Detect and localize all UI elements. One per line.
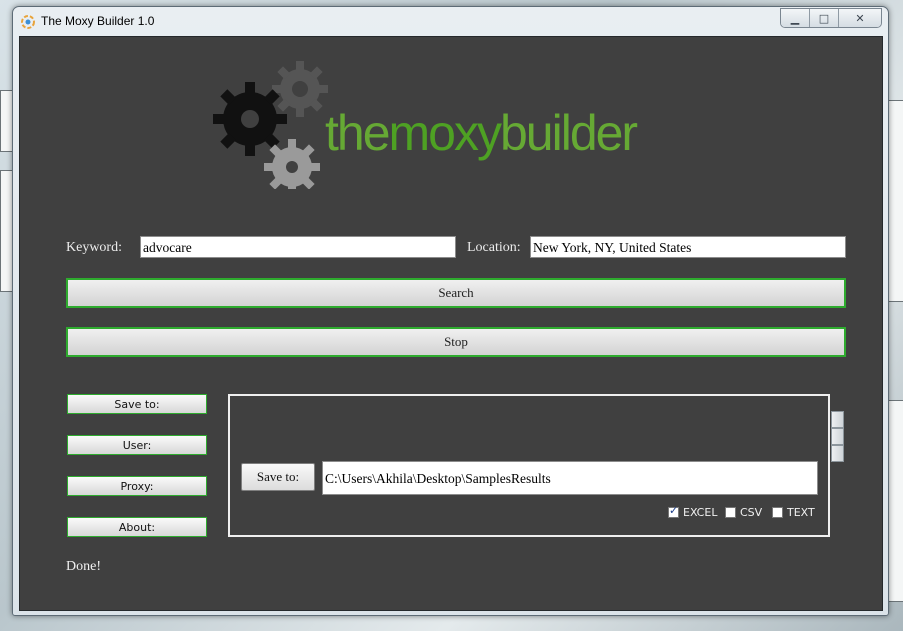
desktop-decor [888,400,903,602]
close-icon: ✕ [855,11,865,25]
sidebar-user-button[interactable]: User: [67,435,207,455]
keyword-input[interactable]: advocare [140,236,456,258]
desktop-decor [888,100,903,302]
search-button[interactable]: Search [66,278,846,308]
window-title: The Moxy Builder 1.0 [41,14,155,28]
maximize-icon: □ [818,11,830,25]
excel-label: EXCEL [683,506,718,519]
minimize-icon: ▁ [790,11,800,25]
location-input[interactable]: New York, NY, United States [530,236,846,258]
minimize-button[interactable]: ▁ [781,9,810,27]
sidebar-save-to-button[interactable]: Save to: [67,394,207,414]
save-path-input[interactable]: C:\Users\Akhila\Desktop\SamplesResults [322,461,818,495]
panel-scrollbar[interactable] [830,394,845,537]
logo-word-the: the [325,105,391,161]
client-area: themoxybuilder Keyword: advocare Locatio… [19,36,883,611]
logo-word-moxy: moxy [388,105,502,161]
sidebar-about-button[interactable]: About: [67,517,207,537]
text-checkbox[interactable] [772,507,783,518]
moxy-builder-logo: themoxybuilder [205,49,705,189]
title-bar[interactable]: The Moxy Builder 1.0 ▁ □ ✕ [13,7,888,37]
location-label: Location: [467,240,521,255]
sidebar-proxy-button[interactable]: Proxy: [67,476,207,496]
gears-icon [213,61,328,189]
scroll-down-arrow[interactable] [831,445,844,462]
excel-checkbox[interactable] [668,504,679,518]
keyword-label: Keyword: [66,240,122,255]
maximize-button[interactable]: □ [810,9,839,27]
close-button[interactable]: ✕ [839,9,881,27]
text-label: TEXT [787,506,815,519]
stop-button[interactable]: Stop [66,327,846,357]
scroll-up-arrow[interactable] [831,411,844,428]
save-to-button[interactable]: Save to: [241,463,315,491]
csv-checkbox[interactable] [725,507,736,518]
window-controls: ▁ □ ✕ [780,8,882,28]
text-checkbox-row[interactable]: TEXT [772,506,815,519]
logo-word-builder: builder [499,105,638,161]
app-icon [21,15,35,29]
csv-label: CSV [740,506,763,519]
excel-checkbox-row[interactable]: EXCEL [668,504,718,519]
scroll-thumb[interactable] [831,428,844,445]
csv-checkbox-row[interactable]: CSV [725,506,762,519]
logo-wordmark: themoxybuilder [325,104,638,162]
status-text: Done! [66,559,101,574]
app-window: The Moxy Builder 1.0 ▁ □ ✕ themoxybuilde… [12,6,889,616]
